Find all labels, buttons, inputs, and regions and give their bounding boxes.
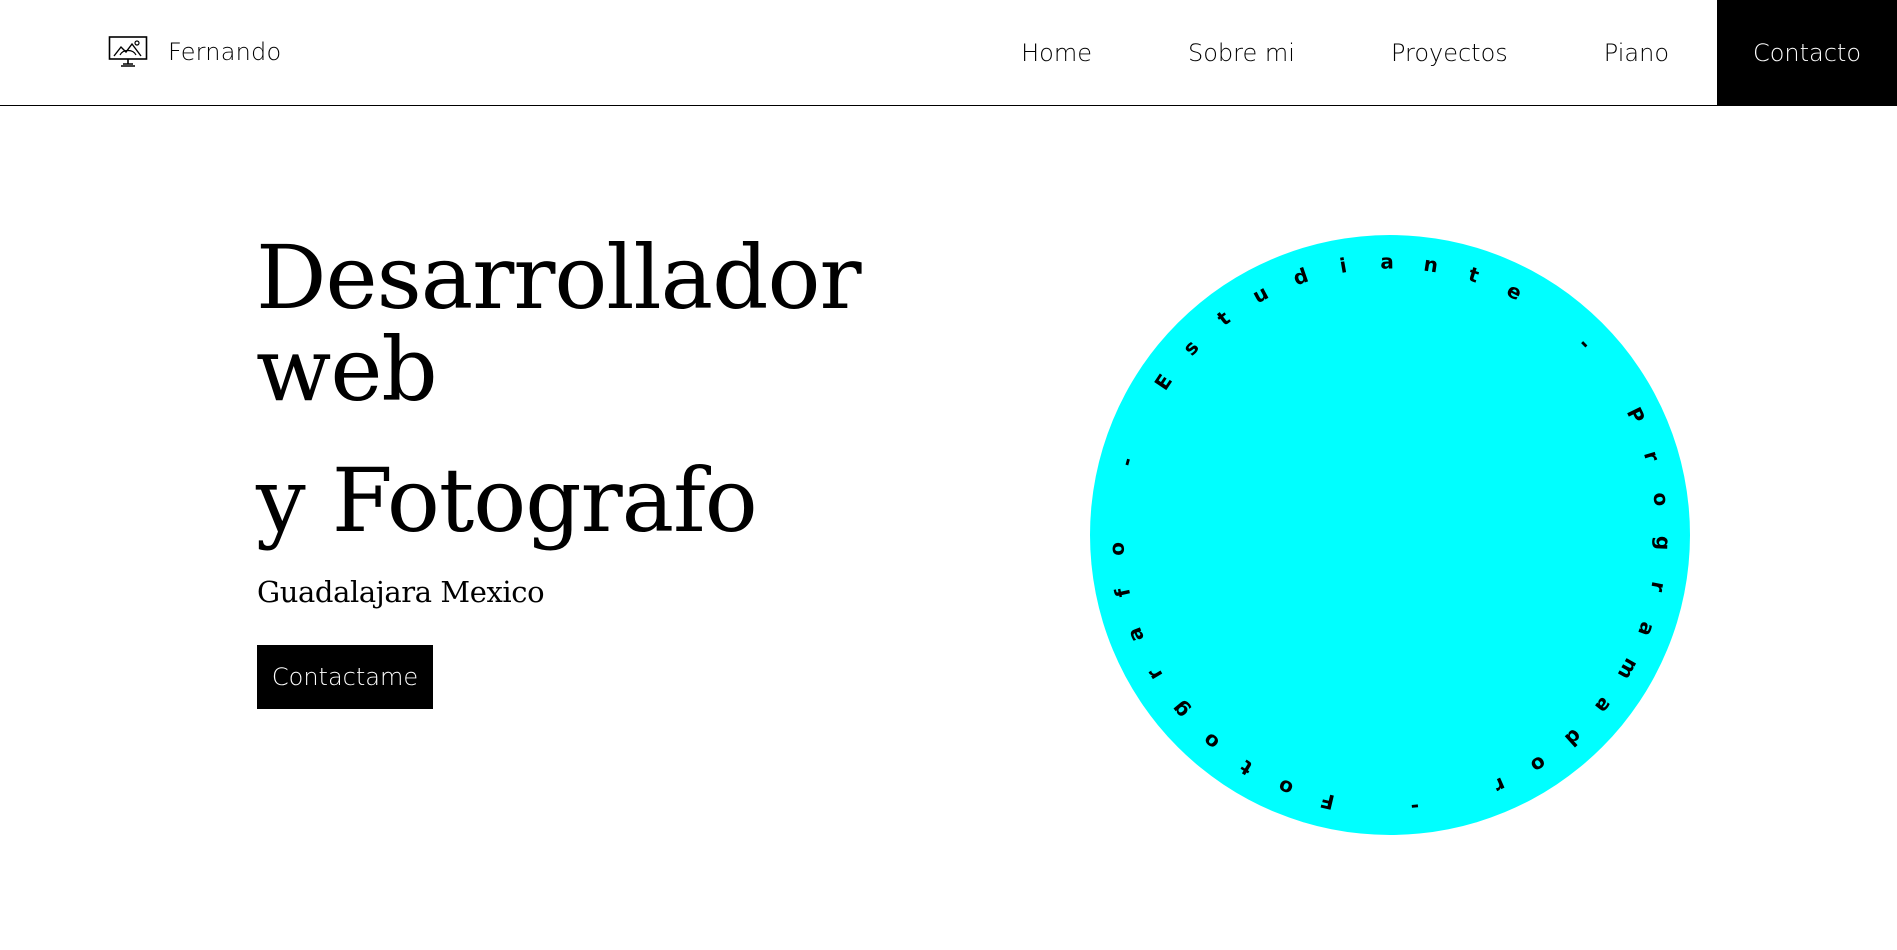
nav-link-proyectos[interactable]: Proyectos: [1343, 0, 1556, 105]
hero-title-line-2: web: [256, 318, 438, 421]
hero-title-line-1: Desarrollador: [256, 226, 862, 329]
nav-link-piano[interactable]: Piano: [1556, 0, 1717, 105]
badge-svg: Estud i a n te - Programador - Fotografo -: [1090, 235, 1690, 835]
location-text: Guadalajara Mexico: [257, 575, 545, 609]
contact-button[interactable]: Contactame: [257, 645, 433, 709]
monitor-landscape-icon: [108, 35, 148, 69]
nav-link-sobre-mi[interactable]: Sobre mi: [1140, 0, 1343, 105]
brand[interactable]: Fernando: [108, 34, 281, 70]
navbar: Fernando Home Sobre mi Proyectos Piano C…: [0, 0, 1897, 106]
hero-title: Desarrollador web: [256, 232, 862, 416]
ring-text-char: g: [1651, 536, 1675, 551]
nav-link-contacto[interactable]: Contacto: [1717, 0, 1897, 105]
nav-link-home[interactable]: Home: [973, 0, 1140, 105]
hero-subtitle: y Fotografo: [256, 449, 758, 552]
page: Fernando Home Sobre mi Proyectos Piano C…: [0, 0, 1897, 950]
badge-circle: [1090, 235, 1690, 835]
ring-text-char: a: [1380, 249, 1394, 273]
rotating-badge: Estudiante - Programador - Fotografo -: [1090, 235, 1690, 835]
ring-text-char: o: [1105, 541, 1130, 556]
brand-name: Fernando: [168, 38, 282, 66]
main-nav: Home Sobre mi Proyectos Piano Contacto: [973, 0, 1897, 105]
